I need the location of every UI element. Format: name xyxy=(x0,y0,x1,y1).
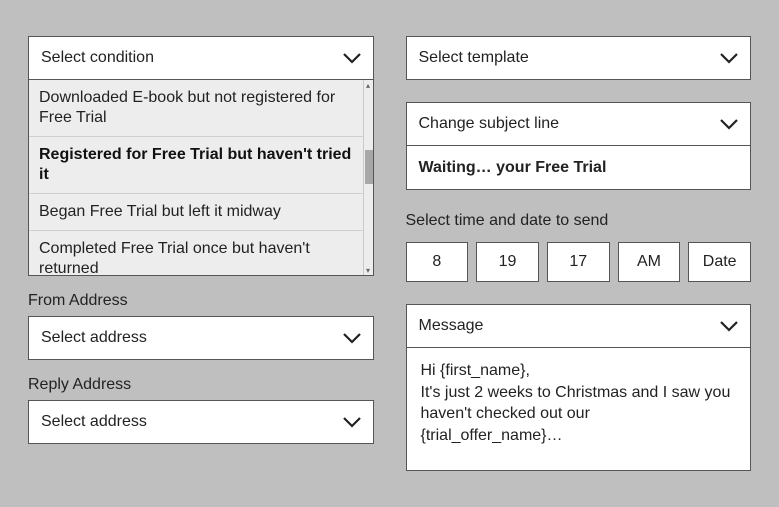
form-canvas: Select condition Downloaded E-book but n… xyxy=(0,0,779,507)
subject-select[interactable]: Change subject line xyxy=(406,102,752,146)
scroll-down-icon[interactable]: ▾ xyxy=(364,265,373,275)
time-hour[interactable]: 8 xyxy=(406,242,469,282)
message-select[interactable]: Message xyxy=(406,304,752,348)
template-select[interactable]: Select template xyxy=(406,36,752,80)
message-text: Hi {first_name}, It's just 2 weeks to Ch… xyxy=(421,362,731,444)
condition-select[interactable]: Select condition xyxy=(28,36,374,80)
reply-address-label: Reply Address xyxy=(28,376,374,394)
time-date[interactable]: Date xyxy=(688,242,751,282)
condition-list-items: Downloaded E-book but not registered for… xyxy=(29,80,373,276)
condition-select-label: Select condition xyxy=(41,49,154,67)
list-item[interactable]: Completed Free Trial once but haven't re… xyxy=(29,230,363,276)
list-item[interactable]: Began Free Trial but left it midway xyxy=(29,193,363,230)
scroll-thumb[interactable] xyxy=(365,150,373,184)
subject-input[interactable]: Waiting… your Free Trial xyxy=(406,146,752,190)
reply-address-select-label: Select address xyxy=(41,413,147,431)
from-address-select[interactable]: Select address xyxy=(28,316,374,360)
template-select-label: Select template xyxy=(419,49,529,67)
chevron-down-icon xyxy=(343,52,361,64)
time-minute[interactable]: 19 xyxy=(476,242,539,282)
chevron-down-icon xyxy=(343,332,361,344)
chevron-down-icon xyxy=(720,118,738,130)
list-item[interactable]: Downloaded E-book but not registered for… xyxy=(29,80,363,136)
subject-select-label: Change subject line xyxy=(419,115,560,133)
list-item[interactable]: Registered for Free Trial but haven't tr… xyxy=(29,136,363,193)
left-column: Select condition Downloaded E-book but n… xyxy=(28,36,374,479)
message-body[interactable]: Hi {first_name}, It's just 2 weeks to Ch… xyxy=(406,348,752,471)
scroll-up-icon[interactable]: ▴ xyxy=(364,80,373,90)
time-second[interactable]: 17 xyxy=(547,242,610,282)
from-address-select-label: Select address xyxy=(41,329,147,347)
spacer xyxy=(406,80,752,102)
right-column: Select template Change subject line Wait… xyxy=(406,36,752,479)
spacer xyxy=(406,282,752,304)
chevron-down-icon xyxy=(720,320,738,332)
condition-listbox[interactable]: Downloaded E-book but not registered for… xyxy=(28,80,374,276)
time-section-label: Select time and date to send xyxy=(406,212,752,230)
reply-address-select[interactable]: Select address xyxy=(28,400,374,444)
subject-value: Waiting… your Free Trial xyxy=(419,159,607,177)
time-row: 8 19 17 AM Date xyxy=(406,242,752,282)
message-select-label: Message xyxy=(419,317,484,335)
from-address-label: From Address xyxy=(28,292,374,310)
chevron-down-icon xyxy=(720,52,738,64)
scrollbar[interactable]: ▴ ▾ xyxy=(363,80,373,275)
chevron-down-icon xyxy=(343,416,361,428)
time-ampm[interactable]: AM xyxy=(618,242,681,282)
